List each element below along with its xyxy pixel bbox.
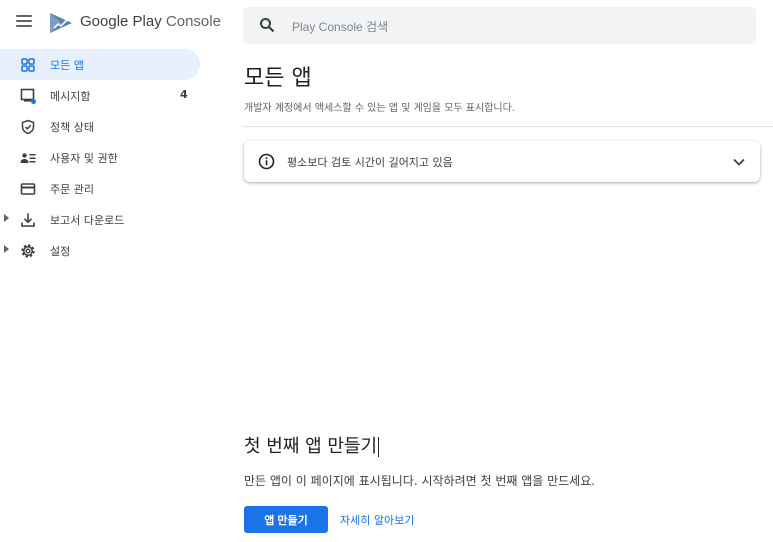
- empty-state-subtitle: 만든 앱이 이 페이지에 표시됩니다. 시작하려면 첫 번째 앱을 만드세요.: [244, 474, 596, 488]
- sidebar-item-label: 메시지함: [50, 90, 91, 103]
- shield-check-icon: [21, 119, 35, 135]
- text-cursor: [378, 437, 380, 457]
- sidebar-item-all-apps[interactable]: 모든 앱: [0, 49, 200, 80]
- page-title: 모든 앱: [244, 66, 312, 91]
- inbox-count-badge: 4: [180, 88, 188, 101]
- chevron-down-icon[interactable]: [732, 155, 746, 169]
- users-icon: [20, 153, 36, 163]
- credit-card-icon: [20, 183, 36, 195]
- sidebar: Google Play Console 모든 앱 메시지함 4 정책 상태 사용…: [0, 0, 221, 542]
- expand-caret-icon[interactable]: [4, 214, 9, 222]
- download-icon: [21, 213, 35, 227]
- sidebar-item-report-downloads[interactable]: 보고서 다운로드: [0, 204, 210, 235]
- expand-caret-icon[interactable]: [4, 245, 9, 253]
- review-time-notice[interactable]: 평소보다 검토 시간이 길어지고 있음: [244, 141, 760, 182]
- page-subtitle: 개발자 계정에서 액세스할 수 있는 앱 및 게임을 모두 표시합니다.: [244, 103, 515, 114]
- grid-icon: [21, 58, 35, 72]
- sidebar-item-inbox[interactable]: 메시지함 4: [0, 80, 210, 111]
- sidebar-item-order-management[interactable]: 주문 관리: [0, 173, 210, 204]
- sidebar-item-label: 정책 상태: [50, 121, 94, 134]
- empty-state-title: 첫 번째 앱 만들기: [244, 432, 380, 458]
- gear-icon: [21, 244, 35, 258]
- create-app-button[interactable]: 앱 만들기: [244, 506, 328, 533]
- search-bar[interactable]: [243, 7, 756, 44]
- sidebar-item-settings[interactable]: 설정: [0, 235, 210, 266]
- brand-text: Google Play Console: [80, 13, 221, 30]
- brand-header: Google Play Console: [0, 0, 221, 48]
- sidebar-item-policy-status[interactable]: 정책 상태: [0, 111, 210, 142]
- notice-text: 평소보다 검토 시간이 길어지고 있음: [287, 156, 453, 169]
- brand-primary: Google Play: [80, 13, 162, 30]
- search-input[interactable]: [290, 16, 734, 38]
- sidebar-item-label: 보고서 다운로드: [50, 214, 125, 227]
- inbox-icon: [20, 88, 36, 104]
- sidebar-nav: 모든 앱 메시지함 4 정책 상태 사용자 및 권한 주문 관리 보고서 다운로…: [0, 49, 210, 266]
- brand-secondary: Console: [165, 13, 221, 30]
- sidebar-item-label: 주문 관리: [50, 183, 94, 196]
- empty-state-title-text: 첫 번째 앱 만들기: [244, 436, 378, 457]
- sidebar-item-label: 설정: [50, 245, 71, 258]
- play-console-app: Google Play Console 모든 앱 메시지함 4 정책 상태 사용…: [0, 0, 773, 542]
- sidebar-item-users-permissions[interactable]: 사용자 및 권한: [0, 142, 210, 173]
- header-divider: [243, 126, 773, 127]
- menu-icon[interactable]: [16, 15, 32, 31]
- play-console-logo[interactable]: [48, 11, 74, 35]
- sidebar-item-label: 모든 앱: [50, 59, 84, 72]
- learn-more-link[interactable]: 자세히 알아보기: [340, 512, 414, 528]
- sidebar-item-label: 사용자 및 권한: [50, 152, 118, 165]
- search-icon: [260, 18, 275, 33]
- info-icon: [258, 153, 275, 170]
